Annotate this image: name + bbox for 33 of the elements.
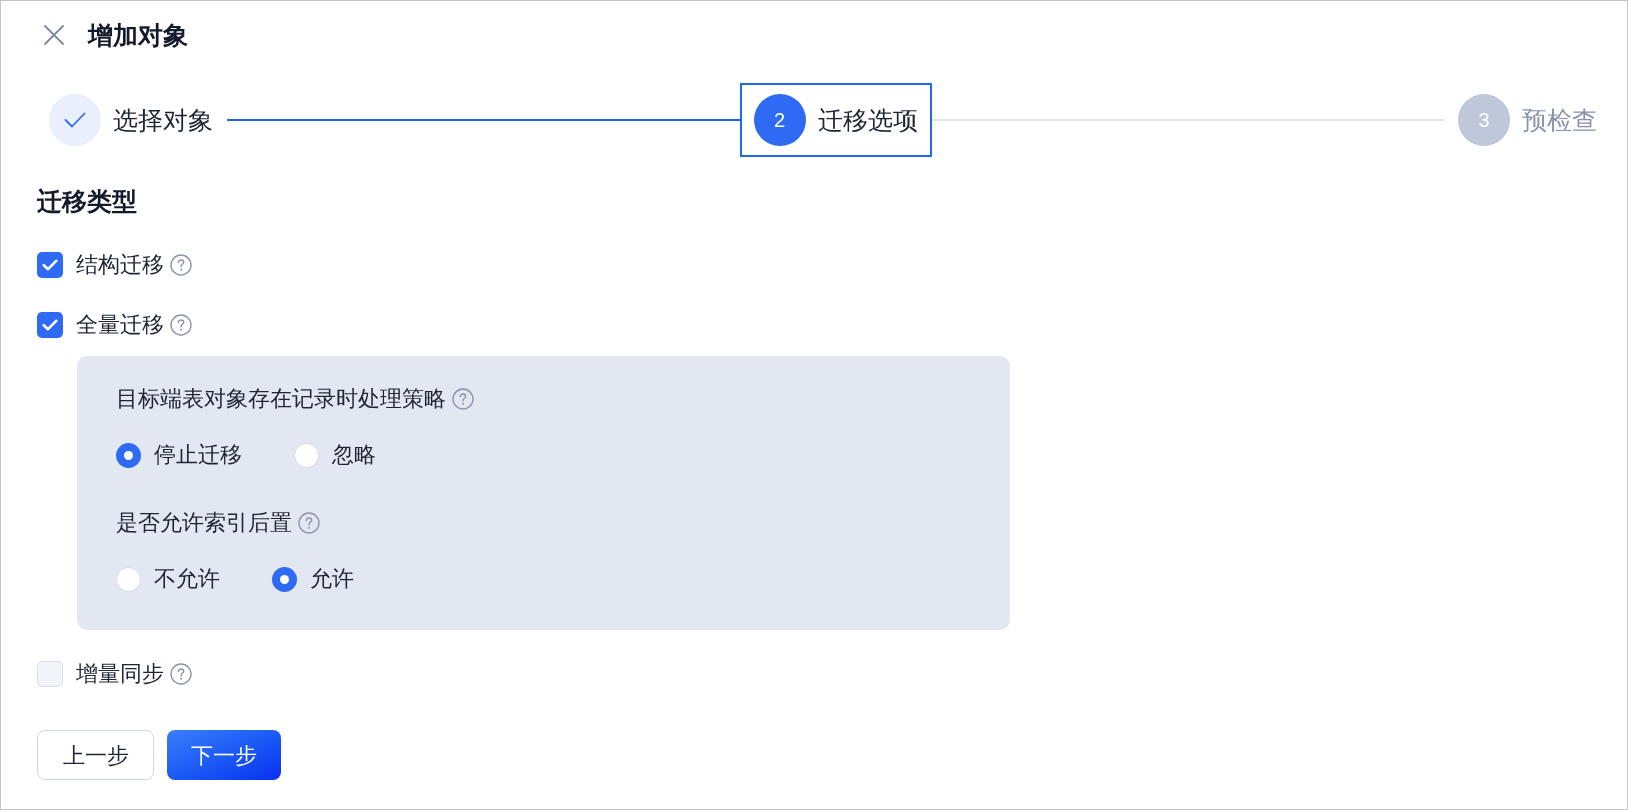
radio-button[interactable] <box>116 566 141 592</box>
step-number: 3 <box>1458 94 1510 146</box>
step-label: 选择对象 <box>113 105 213 136</box>
checkbox[interactable] <box>37 312 63 338</box>
help-icon <box>298 512 320 534</box>
step-label: 迁移选项 <box>817 105 918 136</box>
setting-label: 目标端表对象存在记录时处理策略 <box>116 385 446 413</box>
radio-button[interactable] <box>116 442 141 468</box>
radio-label: 允许 <box>310 565 354 593</box>
checkmark-icon <box>42 259 58 271</box>
section-title: 迁移类型 <box>37 186 137 217</box>
checkbox-label: 增量同步 <box>76 660 164 688</box>
previous-button[interactable]: 上一步 <box>37 730 154 780</box>
step-number: 2 <box>753 94 806 146</box>
help-icon <box>170 314 192 336</box>
radio-label: 停止迁移 <box>154 441 242 469</box>
radio-label: 忽略 <box>332 441 376 469</box>
help-icon <box>170 663 192 685</box>
checkbox-label: 结构迁移 <box>76 251 164 279</box>
close-icon[interactable] <box>44 25 64 45</box>
radio-button[interactable] <box>294 442 319 468</box>
radio-label: 不允许 <box>154 565 220 593</box>
step-label: 预检查 <box>1522 105 1597 136</box>
help-icon <box>452 388 474 410</box>
checkbox-label: 全量迁移 <box>76 311 164 339</box>
help-icon <box>170 254 192 276</box>
next-button[interactable]: 下一步 <box>167 730 281 780</box>
checkbox[interactable] <box>37 252 63 278</box>
checkmark-icon <box>42 319 58 331</box>
radio-button[interactable] <box>272 566 297 592</box>
checkbox[interactable] <box>37 661 63 687</box>
setting-label: 是否允许索引后置 <box>116 509 292 537</box>
dialog-title: 增加对象 <box>88 20 188 51</box>
